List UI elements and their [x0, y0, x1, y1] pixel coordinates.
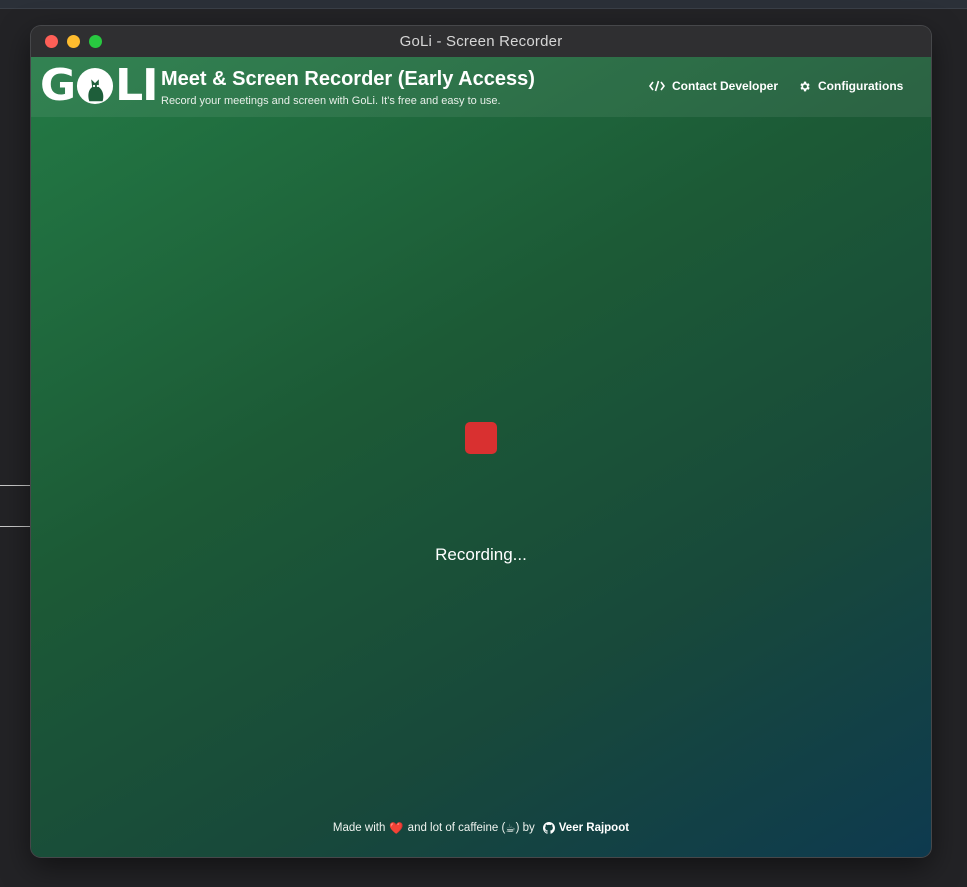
- window-title: GoLi - Screen Recorder: [399, 33, 563, 50]
- footer-caffeine-text: and lot of caffeine (: [407, 822, 506, 834]
- code-icon: [649, 80, 665, 92]
- app-title: Meet & Screen Recorder (Early Access): [161, 68, 535, 90]
- contact-developer-label: Contact Developer: [672, 79, 779, 93]
- footer: Made with ❤️ and lot of caffeine ( ☕ ) b…: [31, 821, 931, 835]
- github-icon: [542, 822, 555, 834]
- cat-logo-icon: [77, 67, 114, 105]
- configurations-button[interactable]: Configurations: [798, 79, 903, 93]
- app-subtitle: Record your meetings and screen with GoL…: [161, 95, 501, 107]
- recording-status: Recording...: [435, 545, 527, 564]
- goli-logo: G LI: [40, 60, 159, 111]
- desktop-divider: [0, 485, 30, 486]
- app-content: G LI Meet & Screen Recorder (Early Acces…: [31, 57, 931, 857]
- desktop-divider: [0, 526, 30, 527]
- configurations-label: Configurations: [818, 79, 904, 93]
- contact-developer-button[interactable]: Contact Developer: [649, 79, 778, 93]
- logo-letter-g: G: [40, 60, 76, 111]
- gear-icon: [800, 81, 810, 91]
- author-name: Veer Rajpoot: [558, 822, 630, 834]
- app-window: GoLi - Screen Recorder G LI Meet & Scree…: [31, 26, 931, 857]
- heart-icon: ❤️: [389, 823, 404, 835]
- app-header: G LI Meet & Screen Recorder (Early Acces…: [31, 57, 931, 117]
- logo-letters-li: LI: [115, 60, 158, 111]
- author-link[interactable]: Veer Rajpoot: [542, 822, 630, 834]
- coffee-icon: ☕: [505, 823, 516, 835]
- desktop-top-bar: [0, 0, 967, 9]
- stop-recording-button[interactable]: [465, 422, 497, 454]
- footer-made-with: Made with: [332, 822, 386, 834]
- footer-by-text: ) by: [515, 822, 535, 834]
- title-bar[interactable]: GoLi - Screen Recorder: [31, 26, 931, 58]
